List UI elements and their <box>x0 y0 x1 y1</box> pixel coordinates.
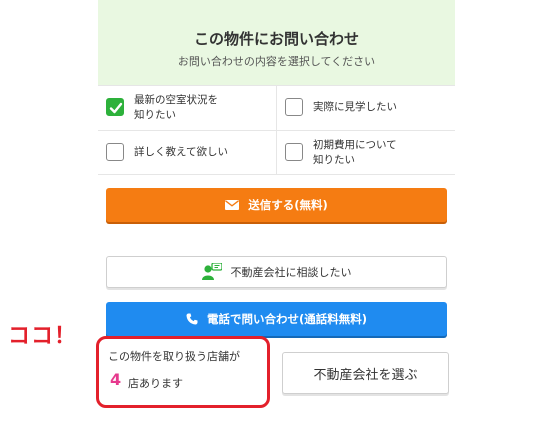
store-count-highlight <box>96 336 270 408</box>
option-visit[interactable]: 実際に見学したい <box>277 86 455 130</box>
store-count-suffix: 店あります <box>128 377 183 390</box>
mail-icon <box>225 200 240 210</box>
option-latest-vacancy[interactable]: 最新の空室状況を 知りたい <box>98 86 276 130</box>
option-label: 最新の空室状況を 知りたい <box>134 94 218 121</box>
checkbox[interactable] <box>285 98 303 116</box>
phone-button[interactable]: 電話で問い合わせ(通話料無料) <box>106 302 447 336</box>
checkbox-checked[interactable] <box>106 98 124 116</box>
inquiry-title: この物件にお問い合わせ <box>193 30 359 48</box>
send-button[interactable]: 送信する(無料) <box>106 188 447 222</box>
option-label: 実際に見学したい <box>313 101 397 113</box>
store-count-text: この物件を取り扱う店舗が <box>108 350 240 363</box>
select-company-label: 不動産会社を選ぶ <box>313 367 418 383</box>
select-company-button[interactable]: 不動産会社を選ぶ <box>282 352 449 394</box>
phone-icon <box>186 313 198 325</box>
option-details[interactable]: 詳しく教えて欲しい <box>98 131 276 175</box>
inquiry-options: 最新の空室状況を 知りたい 実際に見学したい 詳しく教えて欲しい 初期費用につい… <box>98 86 455 175</box>
option-label: 初期費用について 知りたい <box>313 139 397 166</box>
phone-button-label: 電話で問い合わせ(通話料無料) <box>206 312 367 326</box>
consult-button-label: 不動産会社に相談したい <box>230 266 352 279</box>
inquiry-subtitle: お問い合わせの内容を選択してください <box>177 55 376 68</box>
check-icon <box>109 102 123 114</box>
inquiry-header: この物件にお問い合わせ お問い合わせの内容を選択してください <box>98 0 455 86</box>
store-count-number: 4 <box>110 370 122 389</box>
option-label: 詳しく教えて欲しい <box>134 146 228 158</box>
chat-person-icon <box>201 263 222 281</box>
callout-annotation: ココ！ <box>8 324 78 349</box>
option-initial-costs[interactable]: 初期費用について 知りたい <box>277 131 455 175</box>
send-button-label: 送信する(無料) <box>248 198 328 212</box>
consult-button[interactable]: 不動産会社に相談したい <box>106 256 447 288</box>
checkbox[interactable] <box>106 143 124 161</box>
checkbox[interactable] <box>285 143 303 161</box>
